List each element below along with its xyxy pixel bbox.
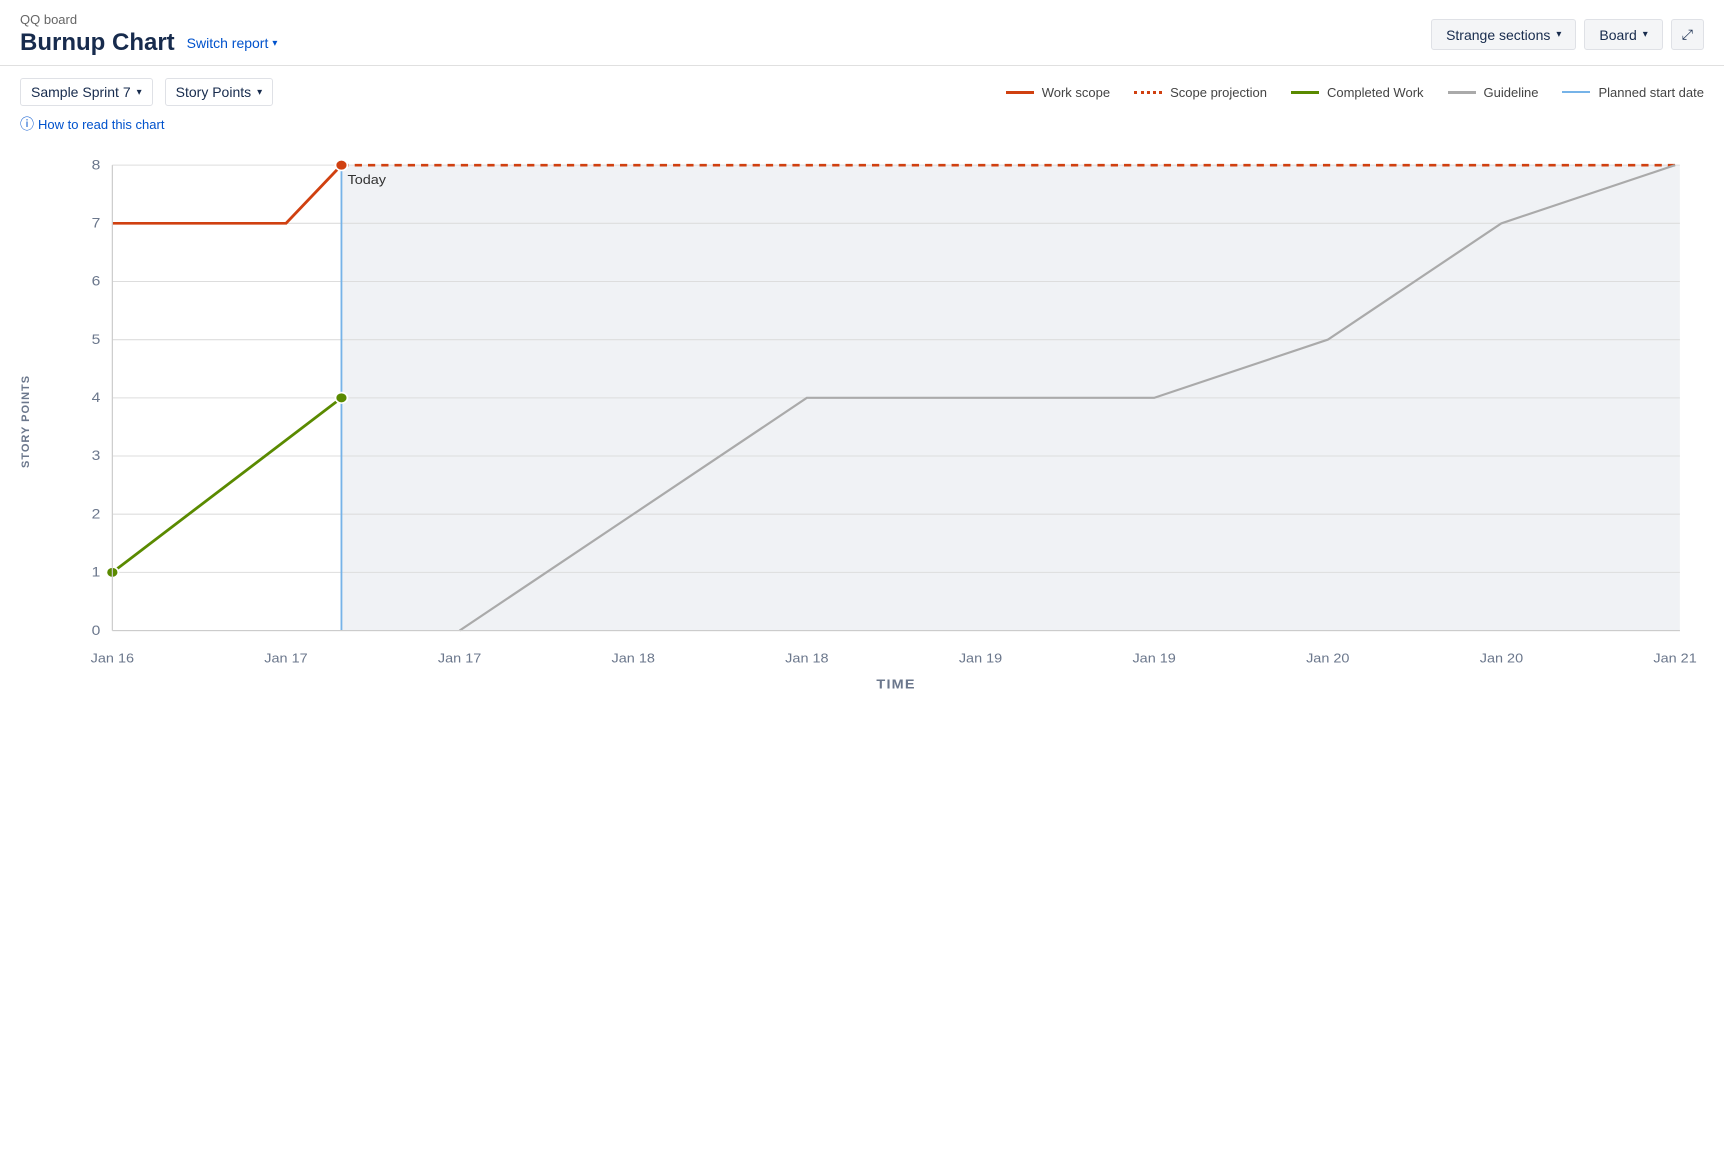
chart-legend: Work scope Scope projection Completed Wo… bbox=[1006, 85, 1704, 100]
legend-guideline: Guideline bbox=[1448, 85, 1539, 100]
work-scope-line bbox=[112, 165, 341, 223]
x-tick-jan19a: Jan 19 bbox=[959, 651, 1002, 665]
chevron-down-icon: ▾ bbox=[137, 87, 142, 98]
strange-sections-button[interactable]: Strange sections ▾ bbox=[1431, 19, 1576, 50]
page-title-row: Burnup Chart Switch report ▾ bbox=[20, 29, 277, 57]
legend-scope-projection: Scope projection bbox=[1134, 85, 1267, 100]
header-right: Strange sections ▾ Board ▾ ⤢ bbox=[1431, 19, 1704, 50]
legend-work-scope: Work scope bbox=[1006, 85, 1110, 100]
x-tick-jan20b: Jan 20 bbox=[1480, 651, 1524, 665]
toolbar-left: Sample Sprint 7 ▾ Story Points ▾ bbox=[20, 78, 273, 106]
completed-work-line bbox=[112, 398, 341, 573]
completed-work-line-icon bbox=[1291, 91, 1319, 94]
work-scope-line-icon bbox=[1006, 91, 1034, 94]
y-tick-6: 6 bbox=[92, 275, 101, 290]
y-tick-5: 5 bbox=[92, 333, 101, 348]
today-label: Today bbox=[347, 173, 386, 187]
sprint-dropdown[interactable]: Sample Sprint 7 ▾ bbox=[20, 78, 153, 106]
switch-report-button[interactable]: Switch report ▾ bbox=[187, 35, 278, 51]
y-tick-1: 1 bbox=[92, 565, 101, 580]
legend-planned-start: Planned start date bbox=[1562, 85, 1704, 100]
how-to-link[interactable]: ⓘ How to read this chart bbox=[20, 114, 1704, 134]
chevron-down-icon: ▾ bbox=[1556, 29, 1561, 40]
x-tick-jan17a: Jan 17 bbox=[264, 651, 307, 665]
x-tick-jan19b: Jan 19 bbox=[1132, 651, 1175, 665]
expand-icon: ⤢ bbox=[1682, 26, 1693, 42]
y-tick-7: 7 bbox=[92, 216, 101, 231]
completed-work-dot-end bbox=[335, 393, 347, 404]
chevron-down-icon: ▾ bbox=[1643, 29, 1648, 40]
story-points-dropdown[interactable]: Story Points ▾ bbox=[165, 78, 274, 106]
work-scope-dot bbox=[335, 160, 347, 171]
y-tick-8: 8 bbox=[92, 158, 101, 173]
x-tick-jan18a: Jan 18 bbox=[612, 651, 655, 665]
y-tick-4: 4 bbox=[92, 391, 101, 406]
scope-projection-line-icon bbox=[1134, 91, 1162, 94]
toolbar: Sample Sprint 7 ▾ Story Points ▾ Work sc… bbox=[0, 66, 1724, 106]
board-button[interactable]: Board ▾ bbox=[1584, 19, 1662, 50]
x-axis-label: TIME bbox=[876, 678, 915, 692]
board-name: QQ board bbox=[20, 12, 277, 27]
page-title-text: Burnup Chart bbox=[20, 29, 175, 57]
x-tick-jan18b: Jan 18 bbox=[785, 651, 828, 665]
y-axis-label: STORY POINTS bbox=[20, 144, 32, 699]
chart-container: STORY POINTS 0 1 2 bbox=[20, 144, 1704, 699]
guideline-line-icon bbox=[1448, 91, 1476, 94]
page-header: QQ board Burnup Chart Switch report ▾ St… bbox=[0, 0, 1724, 66]
chart-inner: 0 1 2 3 4 5 6 7 8 Jan 16 Jan 17 Jan 17 J… bbox=[40, 144, 1704, 699]
x-tick-jan16a: Jan 16 bbox=[91, 651, 134, 665]
x-tick-jan21: Jan 21 bbox=[1653, 651, 1696, 665]
y-tick-0: 0 bbox=[92, 624, 101, 639]
x-tick-jan20a: Jan 20 bbox=[1306, 651, 1350, 665]
burnup-chart-svg: 0 1 2 3 4 5 6 7 8 Jan 16 Jan 17 Jan 17 J… bbox=[40, 144, 1704, 694]
header-left: QQ board Burnup Chart Switch report ▾ bbox=[20, 12, 277, 57]
question-icon: ⓘ bbox=[20, 114, 34, 134]
chart-area: STORY POINTS 0 1 2 bbox=[0, 134, 1724, 719]
x-tick-jan17b: Jan 17 bbox=[438, 651, 481, 665]
chevron-down-icon: ▾ bbox=[257, 87, 262, 98]
expand-button[interactable]: ⤢ bbox=[1671, 19, 1704, 50]
y-tick-3: 3 bbox=[92, 449, 101, 464]
chevron-down-icon: ▾ bbox=[272, 38, 277, 49]
legend-completed-work: Completed Work bbox=[1291, 85, 1424, 100]
y-tick-2: 2 bbox=[92, 507, 101, 522]
planned-start-line-icon bbox=[1562, 91, 1590, 93]
how-to-row: ⓘ How to read this chart bbox=[0, 106, 1724, 134]
